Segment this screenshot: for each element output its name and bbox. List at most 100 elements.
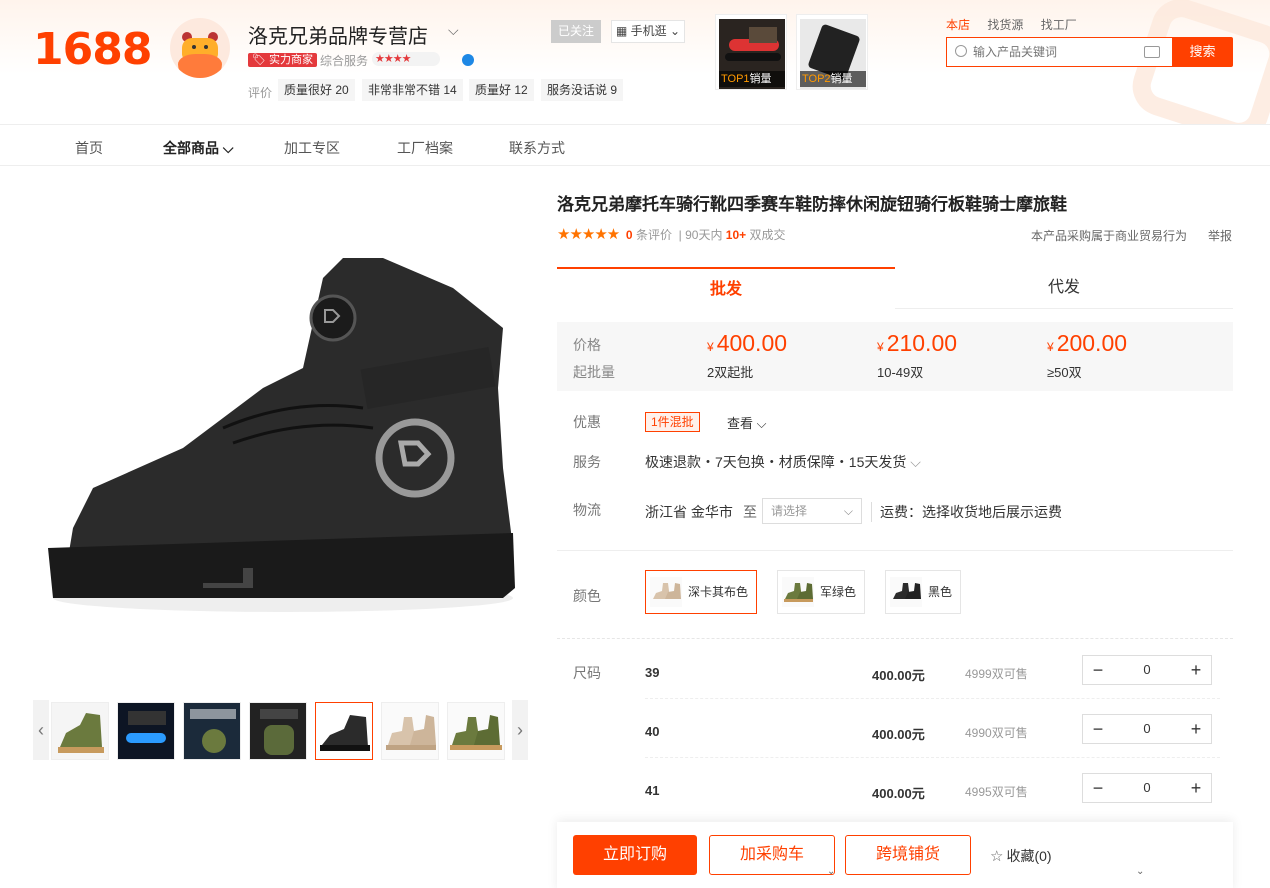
scope-shop[interactable]: 本店 xyxy=(946,18,970,32)
plus-button[interactable]: + xyxy=(1181,774,1211,802)
quantity-stepper: − 0 + xyxy=(1082,655,1212,685)
purchase-action-bar: 立即订购 加采购车 跨境铺货 ☆ 收藏(0) ⌄ ⌄ xyxy=(557,822,1233,888)
plus-button[interactable]: + xyxy=(1181,715,1211,743)
nav-contact[interactable]: 联系方式 xyxy=(509,138,565,158)
scope-source[interactable]: 找货源 xyxy=(987,18,1023,32)
add-to-cart-button[interactable]: 加采购车 xyxy=(709,835,835,875)
search-scope-tabs: 本店 找货源 找工厂 xyxy=(946,16,1091,33)
quantity-stepper: − 0 + xyxy=(1082,773,1212,803)
service-rating: ★★★★ xyxy=(372,52,440,66)
destination-select[interactable]: 请选择 ⌵ xyxy=(762,498,862,524)
quantity-value[interactable]: 0 xyxy=(1113,715,1181,743)
cross-border-button[interactable]: 跨境铺货 xyxy=(845,835,971,875)
review-tag[interactable]: 质量好 12 xyxy=(469,79,534,101)
service-label: 综合服务 xyxy=(320,54,369,68)
star-icon: ☆ xyxy=(990,848,1004,865)
minus-button[interactable]: − xyxy=(1083,656,1113,684)
shop-avatar[interactable] xyxy=(170,18,230,78)
nav-home[interactable]: 首页 xyxy=(75,138,103,158)
color-swatch xyxy=(890,577,922,607)
thumbnail[interactable] xyxy=(381,702,439,760)
review-count[interactable]: 0 xyxy=(626,228,633,242)
mobile-button[interactable]: ▦ 手机逛 ⌄ xyxy=(611,20,685,43)
nav-all-products[interactable]: 全部商品 ⌵ xyxy=(163,138,234,158)
order-now-button[interactable]: 立即订购 xyxy=(573,835,697,875)
search-input[interactable] xyxy=(973,38,1153,66)
chat-icon[interactable] xyxy=(462,54,474,66)
top-product-card[interactable]: TOP2销量 xyxy=(796,14,868,90)
report-link[interactable]: 举报 xyxy=(1208,227,1232,244)
favorite-label: 收藏(0) xyxy=(1006,848,1052,864)
chevron-down-icon[interactable]: ⌄ xyxy=(827,866,835,877)
chevron-left-icon[interactable]: ‹ xyxy=(33,700,49,760)
chevron-down-icon: ⌵ xyxy=(222,140,234,156)
thumbnail[interactable] xyxy=(447,702,505,760)
camera-icon[interactable] xyxy=(1144,46,1160,58)
review-tag[interactable]: 非常非常不错 14 xyxy=(362,79,463,101)
thumbnail[interactable] xyxy=(51,702,109,760)
main-product-image[interactable] xyxy=(33,188,528,683)
destination-placeholder: 请选择 xyxy=(771,504,808,518)
size-row: 39 400.00元 4999双可售 − 0 + xyxy=(645,655,1233,713)
top-caption: TOP1销量 xyxy=(719,71,785,87)
chevron-down-icon[interactable]: ⌵ xyxy=(448,22,459,39)
shop-header: 1688 洛克兄弟品牌专营店 ⌵ 🏷 实力商家 综合服务 ★★★★ 评价 质量很… xyxy=(0,0,1270,125)
site-logo[interactable]: 1688 xyxy=(33,24,152,75)
top-caption: TOP2销量 xyxy=(800,71,866,87)
size-value: 40 xyxy=(645,724,660,739)
chevron-down-icon: ⌵ xyxy=(756,416,767,431)
color-option-green[interactable]: 军绿色 xyxy=(777,570,866,614)
size-label: 尺码 xyxy=(573,665,601,681)
favorite-button[interactable]: ☆ 收藏(0) xyxy=(990,846,1052,866)
scope-factory[interactable]: 找工厂 xyxy=(1041,18,1077,32)
review-tag[interactable]: 质量很好 20 xyxy=(278,79,355,101)
promo-view-button[interactable]: 查看 ⌵ xyxy=(727,413,767,432)
color-option-khaki[interactable]: 深卡其布色 xyxy=(645,570,758,614)
logistics-label: 物流 xyxy=(573,502,601,518)
top-product-card[interactable]: TOP1销量 xyxy=(715,14,787,90)
service-text[interactable]: 极速退款・7天包换・材质保障・15天发货 ⌵ xyxy=(645,452,921,472)
purchase-tabs: 批发 代发 xyxy=(557,267,1233,309)
chevron-down-icon[interactable]: ⌄ xyxy=(1136,866,1144,877)
color-swatch xyxy=(650,577,682,607)
nav-factory[interactable]: 工厂档案 xyxy=(397,138,453,158)
ship-to-label: 至 xyxy=(743,504,757,520)
size-price: 400.00元 xyxy=(872,727,925,742)
nav-processing[interactable]: 加工专区 xyxy=(284,138,340,158)
size-stock: 4999双可售 xyxy=(965,667,1028,681)
shop-name[interactable]: 洛克兄弟品牌专营店 xyxy=(248,20,428,49)
size-price: 400.00元 xyxy=(872,786,925,801)
tab-dropship[interactable]: 代发 xyxy=(895,267,1233,309)
follow-button[interactable]: 已关注 xyxy=(551,20,601,43)
chevron-right-icon[interactable]: › xyxy=(512,700,528,760)
thumbnail-selected[interactable] xyxy=(315,702,373,760)
price-table: 价格 起批量 ¥400.00 2双起批 ¥210.00 10-49双 ¥200.… xyxy=(557,322,1233,391)
search-button[interactable]: 搜索 xyxy=(1172,37,1233,67)
moq-label: 起批量 xyxy=(573,364,615,380)
minus-button[interactable]: − xyxy=(1083,774,1113,802)
plus-button[interactable]: + xyxy=(1181,656,1211,684)
color-label: 颜色 xyxy=(573,588,601,604)
shipping-fee: 运费：选择收货地后展示运费 xyxy=(871,502,1062,522)
quantity-value[interactable]: 0 xyxy=(1113,774,1181,802)
thumbnail[interactable] xyxy=(117,702,175,760)
thumbnail-strip: ‹ › xyxy=(33,700,528,762)
review-tag[interactable]: 服务没话说 9 xyxy=(541,79,624,101)
strength-badge: 🏷 实力商家 xyxy=(248,53,318,67)
review-label: 评价 xyxy=(248,86,273,100)
divider xyxy=(557,638,1233,639)
quantity-value[interactable]: 0 xyxy=(1113,656,1181,684)
strength-badge-text: 实力商家 xyxy=(269,54,314,66)
color-option-black[interactable]: 黑色 xyxy=(885,570,962,614)
thumbnail[interactable] xyxy=(249,702,307,760)
minus-button[interactable]: − xyxy=(1083,715,1113,743)
promo-label: 优惠 xyxy=(573,414,601,430)
avatar-mouth xyxy=(178,54,222,78)
divider xyxy=(557,550,1233,551)
tab-wholesale[interactable]: 批发 xyxy=(557,267,895,309)
review-count-label[interactable]: 条评价 xyxy=(636,228,672,242)
search-icon xyxy=(955,45,967,57)
thumbnail[interactable] xyxy=(183,702,241,760)
size-value: 39 xyxy=(645,665,660,680)
size-stock: 4995双可售 xyxy=(965,785,1028,799)
